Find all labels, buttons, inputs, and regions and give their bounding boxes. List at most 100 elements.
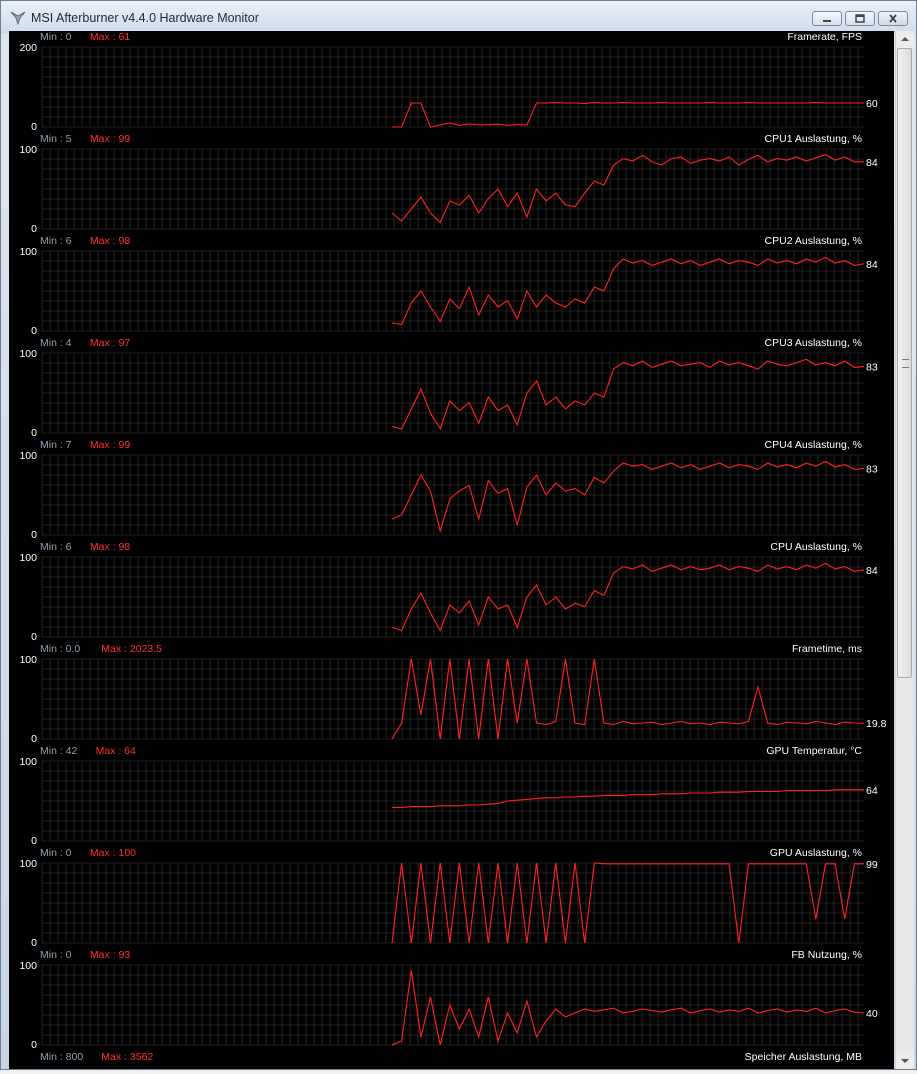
series-line (392, 102, 864, 128)
max-label: Max : 93 (90, 949, 130, 961)
min-label: Min : 6 (40, 541, 72, 553)
y-max-tick: 100 (19, 348, 37, 360)
y-max-tick: 200 (19, 42, 37, 54)
panel-title: GPU Auslastung, % (770, 847, 862, 859)
min-label: Min : 800 (40, 1051, 83, 1063)
series-line (391, 460, 865, 534)
panel-cpu3: Min : 4 Max : 97 CPU3 Auslastung, % 0 83 (31, 337, 878, 439)
y-max-tick: 100 (19, 756, 37, 768)
grid (41, 760, 864, 842)
y-min-tick: 0 (31, 121, 37, 133)
app-window: MSI Afterburner v4.4.0 Hardware Monitor … (0, 0, 917, 1070)
scroll-up-button[interactable] (896, 31, 914, 48)
current-value: 84 (866, 259, 878, 271)
close-button[interactable] (878, 11, 908, 26)
current-value: 83 (866, 464, 878, 476)
current-value: 84 (866, 565, 878, 577)
y-min-tick: 0 (31, 835, 37, 847)
grid (41, 556, 864, 638)
minimize-icon (823, 20, 831, 22)
series-line (392, 789, 864, 808)
min-label: Min : 5 (40, 133, 72, 145)
minimize-button[interactable] (812, 11, 842, 26)
y-max-tick: 100 (19, 654, 37, 666)
current-value: 84 (866, 157, 878, 169)
monitor-graphs: Min : 0 Max : 61 Framerate, FPS060200Min :… (19, 31, 886, 1063)
arrow-down-icon (901, 1059, 909, 1063)
y-min-tick: 0 (31, 733, 37, 745)
min-label: Min : 0 (40, 949, 72, 961)
window-title: MSI Afterburner v4.4.0 Hardware Monitor (31, 11, 259, 25)
min-label: Min : 4 (40, 337, 72, 349)
panel-title: FB Nutzung, % (791, 949, 862, 961)
grid (41, 964, 864, 1046)
panel-title: GPU Temperatur, °C (766, 745, 862, 757)
grid (41, 250, 864, 332)
max-label: Max : 64 (96, 745, 136, 757)
current-value: 19.8 (866, 718, 887, 730)
vertical-scrollbar[interactable] (895, 31, 914, 1069)
close-icon (889, 14, 897, 23)
panel-title: Speicher Auslastung, MB (745, 1051, 862, 1063)
min-label: Min : 6 (40, 235, 72, 247)
panel-cpu: Min : 6 Max : 98 CPU Auslastung, % 0 84 (31, 541, 878, 643)
panel-gputemp: Min : 42 Max : 64 GPU Temperatur, °C 0 64 (31, 745, 878, 847)
series-line (391, 358, 865, 431)
panel-title: CPU Auslastung, % (770, 541, 862, 553)
max-label: Max : 99 (90, 133, 130, 145)
panel-vram: Min : 800 Max : 3562 Speicher Auslastung, … (40, 1051, 862, 1063)
y-max-tick: 100 (19, 246, 37, 258)
current-value: 64 (866, 785, 878, 797)
panel-cpu4: Min : 7 Max : 99 CPU4 Auslastung, % 0 83 (31, 439, 878, 541)
max-label: Max : 99 (90, 439, 130, 451)
panel-cpu1: Min : 5 Max : 99 CPU1 Auslastung, % 0 84 (31, 133, 878, 235)
current-value: 83 (866, 362, 878, 374)
arrow-up-icon (901, 37, 909, 41)
panel-title: CPU4 Auslastung, % (765, 439, 862, 451)
series-line (391, 970, 865, 1046)
min-label: Min : 0 (40, 847, 72, 859)
max-label: Max : 2023.5 (101, 643, 162, 655)
afterburner-logo-icon (10, 11, 26, 25)
current-value: 40 (866, 1008, 878, 1020)
max-label: Max : 61 (90, 31, 130, 43)
panel-frametime: Min : 0.0 Max : 2023.5 Frametime, ms 0 19.8 (31, 643, 886, 745)
y-min-tick: 0 (31, 529, 37, 541)
max-label: Max : 3562 (101, 1051, 153, 1063)
grid (41, 148, 864, 230)
y-min-tick: 0 (31, 427, 37, 439)
panel-title: CPU3 Auslastung, % (765, 337, 862, 349)
monitor-graph-area[interactable]: Min : 0 Max : 61 Framerate, FPS 0 60 200 Min :… (9, 31, 894, 1069)
grid (41, 46, 864, 128)
scroll-thumb[interactable] (897, 48, 912, 678)
current-value: 99 (866, 859, 878, 871)
y-min-tick: 0 (31, 631, 37, 643)
series-line (391, 154, 864, 224)
y-max-tick: 100 (19, 144, 37, 156)
min-label: Min : 0 (40, 31, 72, 43)
max-label: Max : 98 (90, 235, 130, 247)
max-label: Max : 97 (90, 337, 130, 349)
grid (41, 352, 864, 434)
restore-button[interactable] (845, 11, 875, 26)
panel-title: CPU2 Auslastung, % (765, 235, 862, 247)
min-label: Min : 7 (40, 439, 72, 451)
panel-gpuusage: Min : 0 Max : 100 GPU Auslastung, % 0 99 (31, 847, 878, 949)
max-label: Max : 100 (90, 847, 136, 859)
panel-framerate: Min : 0 Max : 61 Framerate, FPS 0 60 (31, 31, 878, 133)
panel-cpu2: Min : 6 Max : 98 CPU2 Auslastung, % 0 84 (31, 235, 878, 337)
panel-title: CPU1 Auslastung, % (765, 133, 862, 145)
y-max-tick: 100 (19, 450, 37, 462)
y-min-tick: 0 (31, 1039, 37, 1051)
min-label: Min : 0.0 (40, 643, 80, 655)
panel-title: Frametime, ms (792, 643, 862, 655)
restore-icon (855, 14, 865, 23)
y-min-tick: 0 (31, 223, 37, 235)
title-bar[interactable]: MSI Afterburner v4.4.0 Hardware Monitor (1, 1, 916, 34)
y-min-tick: 0 (31, 937, 37, 949)
y-max-tick: 100 (19, 960, 37, 972)
current-value: 60 (866, 98, 878, 110)
scroll-down-button[interactable] (896, 1052, 914, 1069)
y-max-tick: 100 (19, 858, 37, 870)
panel-fbusage: Min : 0 Max : 93 FB Nutzung, % 0 40 (31, 949, 878, 1051)
